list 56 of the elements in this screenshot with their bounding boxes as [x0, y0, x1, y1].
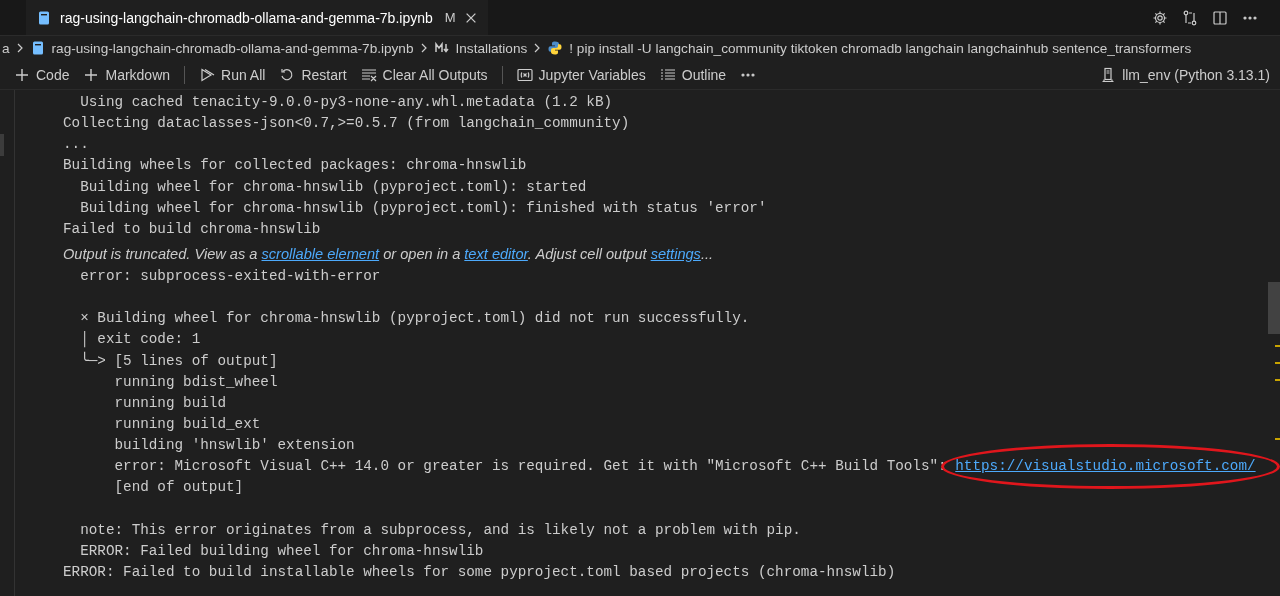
output-line: note: This error originates from a subprocess, and is likely not a problem with pip. [79, 520, 801, 540]
plus-icon [14, 66, 30, 83]
modified-marker: M [444, 10, 456, 25]
output-line: building 'hnswlib' extension [113, 436, 355, 456]
output-line: Building wheel for chroma-hnswlib (pyproject.toml): finished with status 'error' [79, 198, 767, 218]
output-line: ... [63, 135, 89, 155]
toolbar-button[interactable]: Clear All Outputs [360, 64, 488, 85]
settings-icon[interactable] [1152, 9, 1168, 26]
output-line: Using cached tenacity-9.0.0-py3-none-any.whl.metadata (1.2 kB) [79, 93, 613, 112]
toolbar-button[interactable]: Markdown [83, 64, 171, 85]
output-line: Failed to build chroma-hnswlib [63, 219, 321, 239]
output-line: Building wheel for chroma-hnswlib (pyproject.toml): started [79, 177, 587, 197]
overview-ruler-mark [1275, 362, 1280, 364]
truncation-notice: Output is truncated. View as a scrollable element or open in a text editor. Adjust cell output settings... [63, 245, 714, 264]
toolbar-button[interactable]: Run All [199, 64, 266, 85]
scrollbar-thumb[interactable] [1268, 282, 1280, 334]
breadcrumb-item[interactable]: ! pip install -U langchain_community tiktoken chromadb langchain langchainhub sentence_transformers [569, 40, 1192, 56]
link[interactable]: scrollable element [261, 246, 380, 262]
toolbar-button[interactable]: Restart [279, 64, 347, 85]
breadcrumb-item[interactable]: Installations [455, 40, 528, 56]
output-line: error: Microsoft Visual C++ 14.0 or greater is required. Get it with "Microsoft C++ Build Tools": https://visualstudio.microsoft.com/ [63, 456, 1256, 478]
link[interactable]: text editor [464, 246, 528, 262]
breadcrumb-item[interactable]: rag-using-langchain-chromadb-ollama-and-gemma-7b.ipynb [51, 40, 414, 56]
output-line: │ exit code: 1 [79, 330, 201, 350]
plus-icon [83, 66, 100, 83]
notebook-icon [36, 9, 52, 26]
output-line: running build [113, 393, 226, 413]
kernel-picker[interactable]: llm_env (Python 3.13.1) [1100, 64, 1270, 85]
output-line: ERROR: Failed building wheel for chroma-hnswlib [79, 541, 484, 561]
output-line: running build_ext [113, 414, 261, 434]
editor-tab[interactable]: rag-using-langchain-chromadb-ollama-and-gemma-7b.ipynb M [26, 0, 488, 35]
output-line: Building wheels for collected packages: chroma-hnswlib [63, 156, 527, 176]
toolbar-button[interactable]: Jupyter Variables [516, 64, 646, 85]
overview-ruler-mark [1275, 345, 1280, 347]
overview-ruler-mark [1275, 379, 1280, 381]
output-line: Collecting dataclasses-json<0.7,>=0.5.7 (from langchain_community) [63, 114, 630, 134]
output-line: running bdist_wheel [113, 372, 278, 392]
breadcrumb-item[interactable]: a [2, 40, 10, 56]
variables-icon [516, 66, 533, 83]
outline-icon [659, 66, 676, 83]
output-line: × Building wheel for chroma-hnswlib (pyproject.toml) did not run successfully. [79, 309, 750, 329]
run-icon [199, 66, 216, 83]
output-line: ╰─> [5 lines of output] [79, 350, 278, 371]
toolbar-button[interactable]: Code [14, 64, 70, 85]
toolbar-button[interactable]: Outline [659, 64, 727, 85]
server-icon [1100, 66, 1117, 83]
clear-icon [360, 66, 377, 83]
output-line: ERROR: Failed to build installable wheels for some pyproject.toml based projects (chroma-hnswlib) [63, 562, 896, 582]
output-line: error: subprocess-exited-with-error [79, 267, 381, 286]
overview-ruler-mark [1275, 438, 1280, 440]
link[interactable]: settings [650, 246, 701, 262]
compare-icon[interactable] [1182, 9, 1198, 26]
output-line: [end of output] [113, 478, 244, 498]
link[interactable]: https://visualstudio.microsoft.com/ [955, 458, 1256, 475]
python-icon [547, 40, 564, 56]
split-editor-icon[interactable] [1212, 9, 1228, 26]
